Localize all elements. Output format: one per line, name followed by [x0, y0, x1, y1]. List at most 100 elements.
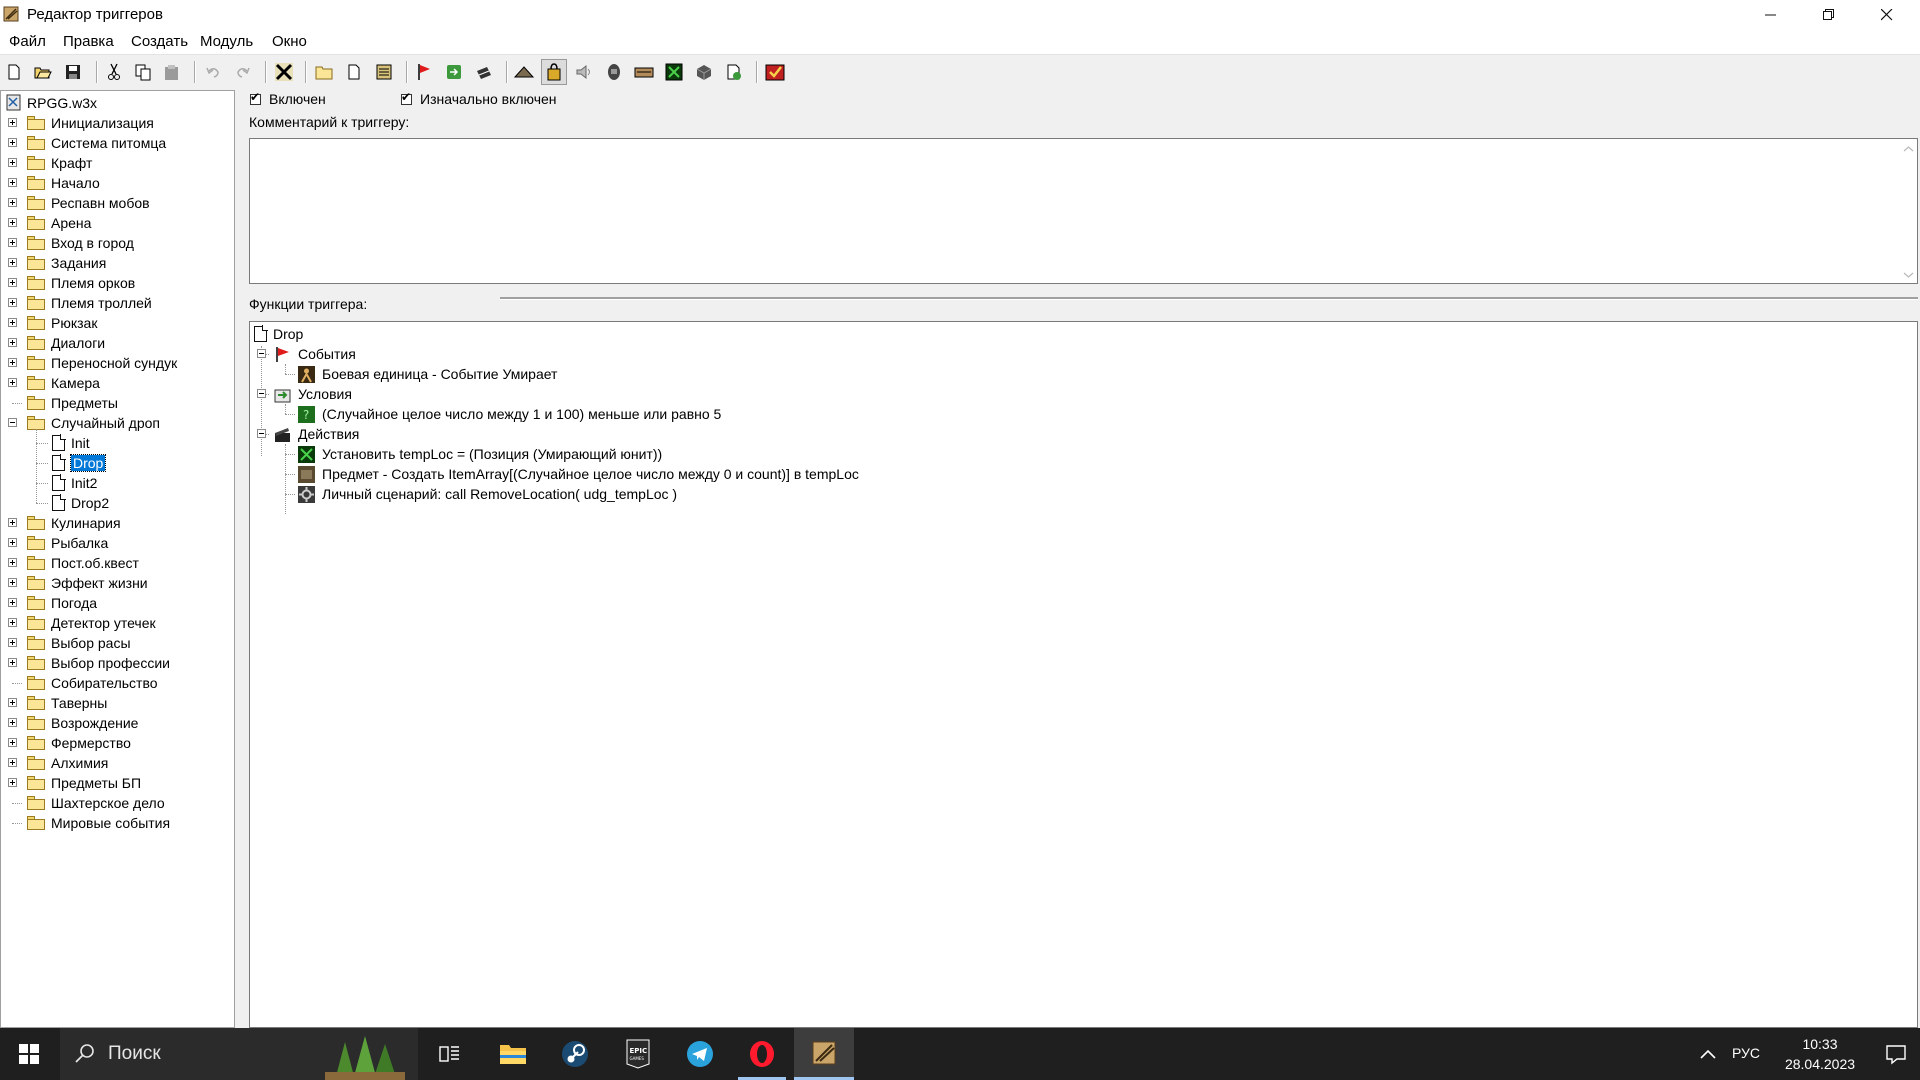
- taskbar-search[interactable]: Поиск: [60, 1028, 418, 1080]
- tree-category-item[interactable]: Мировые события: [27, 813, 170, 833]
- tree-expander-toggle[interactable]: [8, 778, 17, 787]
- enabled-checkbox-box[interactable]: ✔: [250, 91, 261, 105]
- sound-editor-button[interactable]: [571, 59, 597, 85]
- file-explorer-button[interactable]: [483, 1028, 543, 1080]
- new-map-button[interactable]: [1, 59, 27, 85]
- initially-on-checkbox-box[interactable]: ✔: [401, 91, 412, 105]
- tree-expander-toggle[interactable]: [8, 418, 17, 427]
- object-editor-button[interactable]: [601, 59, 627, 85]
- enabled-checkbox[interactable]: ✔ Включен: [250, 89, 326, 109]
- telegram-button[interactable]: [670, 1028, 730, 1080]
- tree-trigger-item[interactable]: Init2: [52, 473, 97, 493]
- world-editor-taskbar-button[interactable]: [794, 1028, 854, 1080]
- tree-expander-toggle[interactable]: [8, 598, 17, 607]
- tree-expander-toggle[interactable]: [8, 518, 17, 527]
- trigger-editor-button[interactable]: [541, 59, 567, 85]
- tree-category-item[interactable]: Инициализация: [27, 113, 154, 133]
- new-event-button[interactable]: [411, 59, 437, 85]
- tree-category-item[interactable]: Рюкзак: [27, 313, 97, 333]
- tree-expander-toggle[interactable]: [8, 558, 17, 567]
- ai-editor-button[interactable]: [661, 59, 687, 85]
- cut-button[interactable]: [101, 59, 127, 85]
- trigger-tree[interactable]: RPGG.w3x Инициализация Система питомца Кра…: [0, 90, 235, 1028]
- tree-category-item[interactable]: Племя троллей: [27, 293, 152, 313]
- new-comment-button[interactable]: [371, 59, 397, 85]
- tree-category-item[interactable]: Респавн мобов: [27, 193, 150, 213]
- tree-category-item[interactable]: Случайный дроп: [27, 413, 160, 433]
- unit-editor-button[interactable]: [511, 59, 537, 85]
- tree-trigger-item[interactable]: Drop: [52, 453, 107, 473]
- comment-scrollbar[interactable]: [1900, 139, 1917, 283]
- tree-expander-toggle[interactable]: [8, 618, 17, 627]
- tree-category-item[interactable]: Диалоги: [27, 333, 105, 353]
- object-manager-button[interactable]: [691, 59, 717, 85]
- initially-on-checkbox[interactable]: ✔ Изначально включен: [401, 89, 557, 109]
- terrain-editor-button[interactable]: [271, 59, 297, 85]
- menu-file[interactable]: Файл: [9, 33, 46, 50]
- import-manager-button[interactable]: [721, 59, 747, 85]
- tree-category-item[interactable]: Эффект жизни: [27, 573, 148, 593]
- tree-category-item[interactable]: Детектор утечек: [27, 613, 156, 633]
- event-item[interactable]: Боевая единица - Событие Умирает: [298, 364, 557, 384]
- tree-category-item[interactable]: Арена: [27, 213, 91, 233]
- test-map-button[interactable]: [762, 59, 788, 85]
- tree-category-item[interactable]: Возрождение: [27, 713, 138, 733]
- tree-expander-toggle[interactable]: [8, 658, 17, 667]
- tree-category-item[interactable]: Крафт: [27, 153, 92, 173]
- tree-trigger-item[interactable]: Init: [52, 433, 90, 453]
- comment-textarea[interactable]: [249, 138, 1918, 284]
- tree-expander-toggle[interactable]: [8, 138, 17, 147]
- tree-expander-toggle[interactable]: [8, 278, 17, 287]
- trigger-node[interactable]: Drop: [254, 324, 303, 344]
- copy-button[interactable]: [130, 59, 156, 85]
- conditions-collapse-toggle[interactable]: [257, 389, 266, 398]
- tree-category-item[interactable]: Погода: [27, 593, 97, 613]
- new-condition-button[interactable]: [441, 59, 467, 85]
- tree-category-item[interactable]: Пост.об.квест: [27, 553, 139, 573]
- tree-expander-toggle[interactable]: [8, 258, 17, 267]
- menu-create[interactable]: Создать: [131, 33, 188, 50]
- task-view-button[interactable]: [420, 1028, 480, 1080]
- tree-expander-toggle[interactable]: [8, 718, 17, 727]
- start-button[interactable]: [0, 1028, 58, 1080]
- steam-button[interactable]: [545, 1028, 605, 1080]
- events-node[interactable]: События: [274, 344, 356, 364]
- input-language[interactable]: РУС: [1732, 1045, 1760, 1061]
- menu-window[interactable]: Окно: [272, 33, 307, 50]
- new-category-button[interactable]: [311, 59, 337, 85]
- tree-category-item[interactable]: Начало: [27, 173, 100, 193]
- tree-expander-toggle[interactable]: [8, 738, 17, 747]
- tree-category-item[interactable]: Собирательство: [27, 673, 158, 693]
- tree-expander-toggle[interactable]: [8, 638, 17, 647]
- tree-category-item[interactable]: Система питомца: [27, 133, 166, 153]
- tree-expander-toggle[interactable]: [8, 238, 17, 247]
- tree-expander-toggle[interactable]: [8, 218, 17, 227]
- clock-button[interactable]: 10:33 28.04.2023: [1770, 1028, 1870, 1080]
- tree-expander-toggle[interactable]: [8, 198, 17, 207]
- tree-category-item[interactable]: Предметы: [27, 393, 118, 413]
- new-trigger-button[interactable]: [341, 59, 367, 85]
- campaign-editor-button[interactable]: [631, 59, 657, 85]
- tree-category-item[interactable]: Фермерство: [27, 733, 131, 753]
- close-button[interactable]: [1858, 0, 1916, 30]
- tree-category-item[interactable]: Таверны: [27, 693, 107, 713]
- vertical-splitter[interactable]: [236, 90, 247, 1028]
- tree-expander-toggle[interactable]: [8, 118, 17, 127]
- conditions-node[interactable]: Условия: [274, 384, 352, 404]
- tree-category-item[interactable]: Предметы БП: [27, 773, 141, 793]
- action-item[interactable]: Установить tempLoc = (Позиция (Умирающий…: [298, 444, 662, 464]
- tree-category-item[interactable]: Кулинария: [27, 513, 121, 533]
- actions-node[interactable]: Действия: [274, 424, 359, 444]
- tree-category-item[interactable]: Племя орков: [27, 273, 135, 293]
- minimize-button[interactable]: [1742, 0, 1800, 30]
- tree-trigger-item[interactable]: Drop2: [52, 493, 109, 513]
- tree-root-map[interactable]: RPGG.w3x: [5, 93, 97, 113]
- action-item[interactable]: Личный сценарий: call RemoveLocation( ud…: [298, 484, 677, 504]
- tree-category-item[interactable]: Задания: [27, 253, 106, 273]
- tree-category-item[interactable]: Выбор профессии: [27, 653, 170, 673]
- tree-category-item[interactable]: Переносной сундук: [27, 353, 177, 373]
- tree-expander-toggle[interactable]: [8, 358, 17, 367]
- menu-module[interactable]: Модуль: [200, 33, 253, 50]
- show-hidden-icons-button[interactable]: [1680, 1028, 1736, 1080]
- menu-edit[interactable]: Правка: [63, 33, 114, 50]
